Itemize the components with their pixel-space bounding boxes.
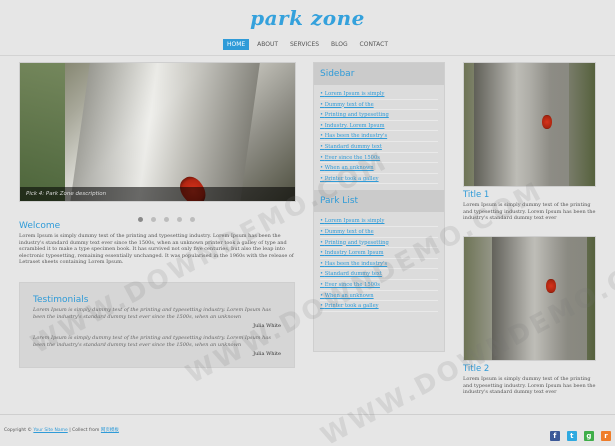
slider-dots — [138, 207, 198, 226]
slider-dot[interactable] — [151, 217, 157, 222]
main-nav: HOME ABOUT SERVICES BLOG CONTACT — [0, 39, 615, 50]
card-image-bug — [546, 279, 556, 293]
nav-services[interactable]: SERVICES — [286, 39, 323, 50]
card-image[interactable] — [463, 62, 596, 187]
park-list-title: Park List — [314, 190, 444, 213]
rss-icon[interactable]: r — [601, 431, 611, 441]
nav-home[interactable]: HOME — [223, 39, 250, 50]
template-link[interactable]: 网页模板 — [101, 428, 119, 433]
sidebar-link[interactable]: Industry. Lorem Ipsum — [320, 121, 438, 132]
sidebar-list: Lorem Ipsum is simply Dummy text of the … — [314, 85, 444, 185]
park-list-link[interactable]: Printer took a galley — [320, 301, 438, 312]
sidebar-link[interactable]: When an unknown — [320, 163, 438, 174]
sidebar-link[interactable]: Standard dummy text — [320, 142, 438, 153]
header-divider — [0, 55, 615, 56]
site-logo[interactable]: park zone — [0, 6, 615, 30]
slider-dot[interactable] — [190, 217, 196, 222]
park-list-link[interactable]: Industry Lorem Ipsum — [320, 248, 438, 259]
nav-about[interactable]: ABOUT — [253, 39, 282, 50]
sidebar-link[interactable]: Has been the industry's — [320, 131, 438, 142]
social-links: f t g r — [548, 423, 611, 442]
slider-image-tree — [70, 63, 260, 201]
sidebar-link[interactable]: Dummy text of the — [320, 100, 438, 111]
footer-copyright: Copyright © Your Site Name | Collect fro… — [4, 427, 119, 433]
testimonial-author: Julia White — [253, 351, 281, 357]
sidebar-link[interactable]: Ever since the 1500s — [320, 153, 438, 164]
welcome-title: Welcome — [19, 221, 61, 231]
facebook-icon[interactable]: f — [549, 431, 560, 441]
card-title[interactable]: Title 1 — [463, 190, 489, 200]
sidebar-link[interactable]: Printing and typesetting — [320, 110, 438, 121]
testimonial-quote: Lorem Ipsum is simply dummy text of the … — [33, 335, 271, 348]
welcome-text: Lorem Ipsum is simply dummy text of the … — [19, 233, 294, 265]
card-text: Lorem Ipsum is simply dummy text of the … — [463, 202, 596, 221]
sidebar: Sidebar Lorem Ipsum is simply Dummy text… — [313, 62, 445, 352]
slider-caption: Pick 4: Park Zone description — [20, 187, 295, 201]
nav-contact[interactable]: CONTACT — [356, 39, 392, 50]
testimonial-quote: Lorem Ipsum is simply dummy text of the … — [33, 307, 271, 320]
card-title[interactable]: Title 2 — [463, 364, 489, 374]
park-list: Lorem Ipsum is simply Dummy text of the … — [314, 212, 444, 312]
slider-dot[interactable] — [177, 217, 183, 222]
sidebar-link[interactable]: Lorem Ipsum is simply — [320, 89, 438, 100]
card-image-bug — [542, 115, 552, 129]
slider-image-background — [20, 63, 65, 201]
copyright-text: Copyright © — [4, 428, 32, 433]
card-text: Lorem Ipsum is simply dummy text of the … — [463, 376, 596, 395]
sidebar-link[interactable]: Printer took a galley — [320, 174, 438, 185]
card-image-tree — [474, 63, 569, 186]
park-list-link[interactable]: Ever since the 1500s — [320, 280, 438, 291]
slider-dot[interactable] — [138, 217, 143, 222]
park-list-link[interactable]: Has been the industry's — [320, 259, 438, 270]
header: park zone HOME ABOUT SERVICES BLOG CONTA… — [0, 0, 615, 52]
park-list-link[interactable]: Dummy text of the — [320, 227, 438, 238]
card-image[interactable] — [463, 236, 596, 361]
collect-from-text: | Collect from — [69, 428, 100, 433]
sidebar-title: Sidebar — [314, 63, 444, 85]
card-image-tree — [492, 237, 587, 360]
google-icon[interactable]: g — [583, 431, 594, 441]
nav-blog[interactable]: BLOG — [327, 39, 352, 50]
site-name-link[interactable]: Your Site Name — [33, 428, 67, 433]
footer-divider — [0, 414, 615, 415]
twitter-icon[interactable]: t — [566, 431, 577, 441]
image-slider[interactable]: Pick 4: Park Zone description — [19, 62, 296, 202]
park-list-link[interactable]: When an unknown — [320, 291, 438, 302]
park-list-link[interactable]: Printing and typesetting — [320, 238, 438, 249]
slider-dot[interactable] — [164, 217, 170, 222]
park-list-link[interactable]: Standard dummy text — [320, 269, 438, 280]
testimonial-author: Julia White — [253, 323, 281, 329]
testimonials-title: Testimonials — [33, 295, 89, 305]
park-list-link[interactable]: Lorem Ipsum is simply — [320, 216, 438, 227]
testimonials-box: Testimonials Lorem Ipsum is simply dummy… — [19, 282, 295, 368]
